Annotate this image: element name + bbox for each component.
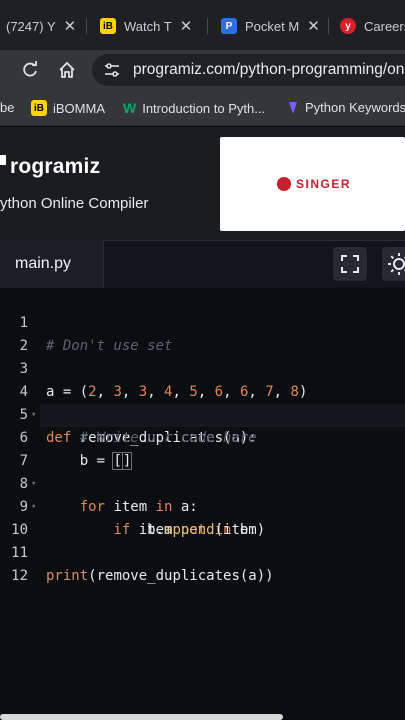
code-line[interactable]: 1 # Don't use set <box>0 289 405 354</box>
tab-title: Careers <box>364 18 405 34</box>
bookmark-label: be <box>0 100 15 115</box>
bookmark-item[interactable]: be <box>0 100 14 115</box>
programiz-logo-icon <box>0 155 6 165</box>
bookmark-label: Python Keywords <box>305 100 405 115</box>
close-icon[interactable]: ✕ <box>180 17 193 35</box>
file-tab-label: main.py <box>15 255 72 272</box>
tab-separator <box>86 18 87 34</box>
scroll-indicator[interactable] <box>0 714 283 720</box>
code-line[interactable]: 3 a = (2, 3, 3, 4, 5, 6, 6, 7, 8) <box>0 335 405 400</box>
code-line[interactable]: 5 # Write u r code here <box>0 381 405 446</box>
sun-icon <box>388 253 405 275</box>
tab-watch[interactable]: iB Watch T ✕ <box>100 12 200 40</box>
ibomma-icon: iB <box>100 18 116 34</box>
close-icon[interactable]: ✕ <box>307 17 320 35</box>
bookmark-intro-python[interactable]: W Introduction to Pyth... <box>123 100 265 116</box>
reload-icon[interactable] <box>20 60 40 80</box>
w3-icon: W <box>123 100 137 116</box>
home-icon[interactable] <box>57 60 77 80</box>
bookmark-label: Introduction to Pyth... <box>142 100 266 116</box>
code-line[interactable]: 9 b.append(item) <box>0 473 405 538</box>
singer-logo-icon <box>277 177 291 191</box>
tab-pocket[interactable]: P Pocket M ✕ <box>221 12 321 40</box>
programiz-icon <box>287 101 299 115</box>
tab-separator <box>328 18 329 34</box>
code-line[interactable]: 12 <box>0 542 405 584</box>
programiz-logo[interactable]: rogramiz <box>10 155 100 179</box>
careers-icon: y <box>340 18 356 34</box>
tab-careers[interactable]: y Careers <box>340 12 405 40</box>
code-line[interactable]: 4 ▾ def remove_duplicates(a): <box>0 358 405 446</box>
tab-youtube[interactable]: (7247) Y ✕ <box>6 12 78 40</box>
code-line[interactable]: 11 print(remove_duplicates(a)) <box>0 519 405 584</box>
bookmark-label: iBOMMA <box>53 100 105 116</box>
fullscreen-icon <box>341 255 359 273</box>
line-code: print(remove_duplicates(a)) <box>46 568 274 584</box>
code-line[interactable]: 2 <box>0 312 405 354</box>
code-line[interactable]: 8 ▾ if item not in b: <box>0 450 405 538</box>
code-line[interactable]: 7 ▾ for item in a: <box>0 427 405 515</box>
ad-brand-text: SINGER <box>296 177 352 191</box>
theme-toggle-button[interactable] <box>382 247 405 281</box>
site-settings-icon[interactable] <box>103 61 121 79</box>
ibomma-icon: iB <box>31 100 47 116</box>
code-line[interactable]: 10 <box>0 496 405 538</box>
line-number: 12 <box>11 568 28 584</box>
tab-separator <box>207 18 208 34</box>
page-subtitle: ython Online Compiler <box>0 195 149 212</box>
url-text[interactable]: programiz.com/python-programming/onli <box>133 61 405 79</box>
tab-title: Pocket M <box>245 18 300 34</box>
fullscreen-button[interactable] <box>333 247 367 281</box>
pocket-icon: P <box>221 18 237 34</box>
bookmark-ibomma[interactable]: iB iBOMMA <box>31 100 105 116</box>
close-icon[interactable]: ✕ <box>64 17 77 35</box>
bookmark-python-keywords[interactable]: Python Keywords <box>287 100 405 115</box>
tab-title: (7247) Y <box>6 18 56 34</box>
tab-title: Watch T <box>124 18 172 34</box>
code-line[interactable]: 6 b = [] <box>0 404 405 470</box>
